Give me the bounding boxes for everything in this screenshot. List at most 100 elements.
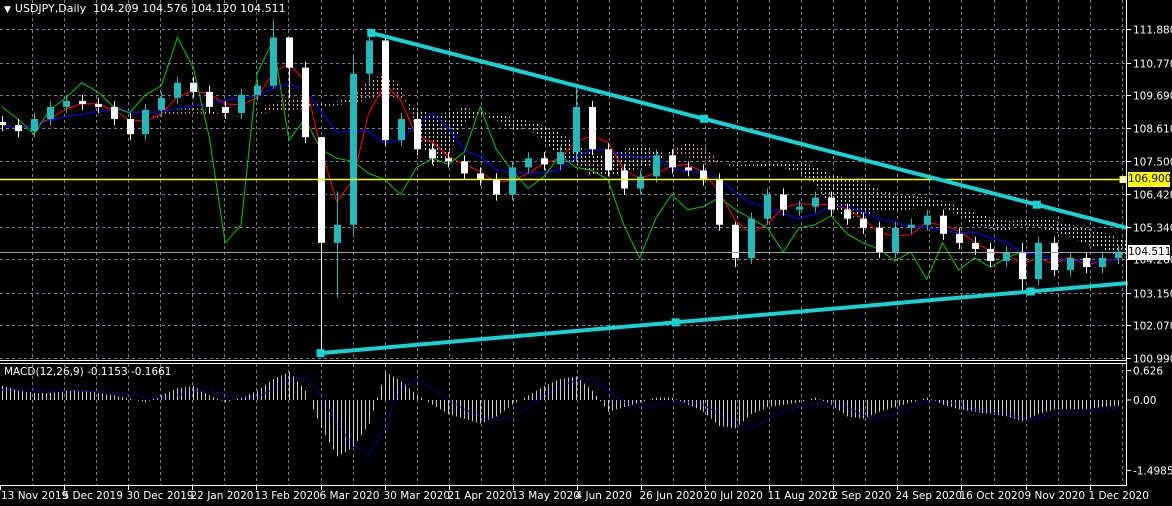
bull-candle (653, 155, 660, 177)
cloud-segment (767, 163, 784, 168)
macd-label: MACD(12,26,9) (4, 366, 84, 378)
bear-candle (206, 91, 213, 107)
cloud-segment (225, 115, 242, 117)
triangle-down-icon[interactable]: ▼ (4, 5, 11, 15)
cloud-segment (990, 217, 1007, 231)
bear-candle (111, 106, 118, 120)
bull-candle (350, 73, 357, 225)
symbol-timeframe: USDJPY,Daily (14, 2, 87, 15)
bull-candle (1099, 258, 1106, 268)
bear-candle (669, 155, 676, 168)
price-tick-label: 109.690 (1133, 91, 1172, 103)
level-tag-106900: 106.900 (1128, 171, 1172, 187)
bull-candle (398, 119, 405, 141)
bear-candle (956, 233, 963, 243)
macd-values: -0.1153 -0.1661 (87, 366, 172, 378)
cloud-segment (1070, 224, 1087, 245)
price-tick-label: 105.340 (1133, 223, 1172, 235)
date-tick-label: 4 Jun 2020 (576, 490, 632, 502)
bear-candle (1019, 251, 1026, 280)
date-tick-label: 11 Aug 2020 (768, 490, 835, 502)
bull-candle (31, 119, 38, 132)
bull-candle (525, 158, 532, 168)
candles (0, 19, 1122, 352)
cloud-segment (1022, 218, 1039, 228)
cloud-segment (273, 98, 289, 112)
bull-candle (174, 82, 181, 98)
date-tick-label: 16 Oct 2020 (960, 490, 1025, 502)
bear-candle (1051, 242, 1058, 271)
bear-candle (589, 106, 596, 150)
bull-candle (892, 227, 899, 252)
date-tick-label: 21 Apr 2020 (448, 490, 513, 502)
bear-candle (1083, 258, 1090, 268)
date-tick-label: 6 Mar 2020 (320, 490, 380, 502)
cloud-segment (97, 125, 114, 129)
cloud-segment (193, 107, 210, 115)
chart-canvas[interactable]: 111.880 110.770 109.690 108.610 107.500 106.4… (0, 0, 1172, 506)
cloud-segment (687, 142, 704, 161)
date-tick-label: 13 May 2020 (512, 490, 580, 502)
macd-legend: MACD(12,26,9) -0.1153 -0.1661 (4, 366, 172, 378)
price-tick-label: 110.770 (1133, 59, 1172, 71)
cloud-segment (1006, 220, 1023, 231)
bull-candle (924, 215, 931, 225)
macd-axis: 0.626 0.00 -1.4985 (1127, 366, 1172, 477)
bear-candle (382, 40, 389, 141)
bull-candle (764, 194, 771, 219)
bear-candle (15, 125, 22, 132)
price-tick-label: 107.500 (1133, 157, 1172, 169)
cloud-segment (496, 114, 513, 131)
bear-candle (493, 179, 500, 195)
bull-candle (158, 97, 165, 110)
date-tick-label: 9 Nov 2020 (1025, 490, 1086, 502)
chart-window[interactable]: 111.880 110.770 109.690 108.610 107.500 106.4… (0, 0, 1172, 506)
cloud-segment (878, 189, 895, 212)
cloud-segment (862, 181, 879, 216)
cloud-segment (751, 163, 768, 168)
bear-candle (876, 227, 883, 252)
cloud-segment (241, 112, 258, 117)
cloud-segment (894, 193, 911, 212)
bull-candle (557, 152, 564, 165)
bear-candle (987, 248, 994, 262)
bull-candle (47, 106, 54, 120)
macd-panel (2, 371, 1119, 457)
cloud-segment (512, 117, 529, 131)
bear-candle (828, 197, 835, 210)
price-tick-label: 100.990 (1133, 354, 1172, 366)
bear-candle (605, 149, 612, 171)
bear-candle (685, 167, 692, 171)
date-tick-label: 2 Sep 2020 (832, 490, 892, 502)
bear-candle (414, 119, 421, 150)
date-tick-label: 30 Mar 2020 (384, 490, 451, 502)
cloud-segment (735, 164, 752, 168)
bear-candle (127, 119, 134, 135)
bull-candle (238, 94, 245, 113)
date-tick-label: 20 Jul 2020 (704, 490, 763, 502)
cloud-segment (910, 195, 927, 210)
bear-candle (780, 194, 787, 210)
date-tick-label: 13 Nov 2019 (1, 490, 68, 502)
bear-candle (716, 179, 723, 225)
cloud-segment (974, 212, 991, 230)
bull-candle (509, 167, 516, 195)
trendline-handle (700, 114, 709, 123)
bull-candle (254, 85, 261, 95)
price-axis: 111.880 110.770 109.690 108.610 107.500 106.4… (1127, 25, 1172, 366)
bear-candle (95, 103, 102, 107)
cloud-segment (623, 144, 640, 173)
bear-candle (445, 158, 452, 162)
bull-candle (63, 100, 70, 107)
price-tick-label: 106.420 (1133, 190, 1172, 202)
trendline (320, 281, 1128, 356)
date-tick-label: 22 Jan 2020 (191, 490, 254, 502)
chikou-span-line (1, 36, 1023, 281)
cloud-segment (703, 146, 720, 164)
bull-candle (1035, 242, 1042, 280)
bull-candle (334, 224, 341, 243)
cloud-segment (783, 162, 800, 173)
bear-candle (732, 224, 739, 259)
bull-candle (796, 206, 803, 210)
price-tick-label: 111.880 (1133, 25, 1172, 37)
